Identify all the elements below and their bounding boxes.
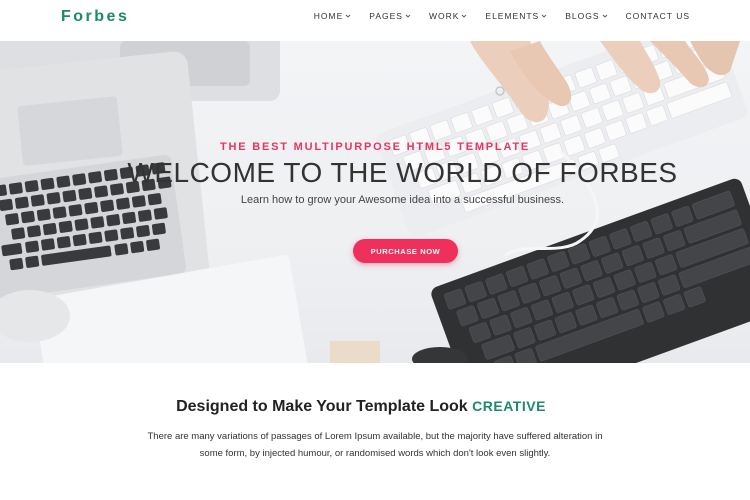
nav-item-pages[interactable]: PAGES	[369, 11, 411, 21]
nav-item-label: BLOGS	[565, 11, 600, 21]
chevron-down-icon	[602, 13, 608, 19]
nav-item-label: HOME	[313, 11, 344, 21]
chevron-down-icon	[345, 13, 351, 19]
nav-item-work[interactable]: WORK	[429, 11, 467, 21]
nav-item-home[interactable]: HOME	[314, 11, 352, 21]
nav-item-label: PAGES	[369, 11, 403, 21]
section-title-main: Designed to Make Your Template Look	[176, 398, 468, 415]
nav-item-label: ELEMENTS	[485, 11, 540, 21]
nav-item-label: CONTACT US	[625, 11, 690, 21]
site-logo[interactable]: Forbes	[61, 8, 129, 26]
section-title: Designed to Make Your Template Look CREA…	[0, 398, 722, 416]
chevron-down-icon	[541, 13, 547, 19]
nav-item-elements[interactable]: ELEMENTS	[485, 11, 547, 21]
chevron-down-icon	[405, 13, 411, 19]
hero-title: WELCOME TO THE WORLD OF FORBES	[127, 157, 678, 188]
section-description: There are many variations of passages of…	[147, 431, 603, 459]
hero-banner: THE BEST MULTIPURPOSE HTML5 TEMPLATE WEL…	[0, 41, 750, 363]
main-nav: HOME PAGES WORK ELEMENTS BLOGS CONTACT U…	[314, 11, 690, 21]
section-title-accent: CREATIVE	[472, 398, 546, 414]
nav-item-blogs[interactable]: BLOGS	[565, 11, 607, 21]
nav-item-contact-us[interactable]: CONTACT US	[626, 11, 690, 21]
chevron-down-icon	[461, 13, 467, 19]
hero-subtitle: Learn how to grow your Awesome idea into…	[240, 194, 565, 206]
purchase-now-button[interactable]: PURCHASE NOW	[353, 239, 458, 263]
nav-item-label: WORK	[428, 11, 460, 21]
hero-tagline: THE BEST MULTIPURPOSE HTML5 TEMPLATE	[219, 141, 531, 153]
site-header: Forbes HOME PAGES WORK ELEMENTS BLOGS CO…	[0, 0, 750, 41]
